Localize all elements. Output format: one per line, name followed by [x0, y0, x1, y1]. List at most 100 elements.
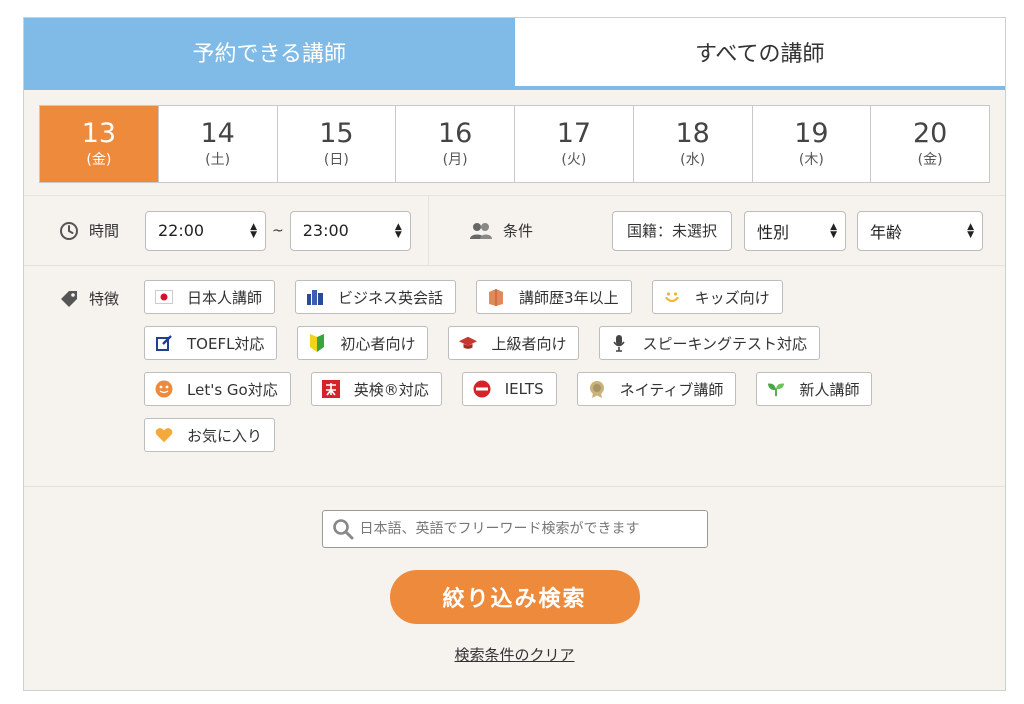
date-19[interactable]: 19 (木): [753, 106, 872, 182]
condition-label-text: 条件: [503, 222, 534, 240]
native-badge-icon: [588, 380, 606, 398]
chip-speaking-test[interactable]: スピーキングテスト対応: [599, 326, 821, 360]
date-weekday: (火): [561, 152, 587, 168]
time-from-select[interactable]: 22:00 ▲ ▼: [145, 210, 266, 251]
date-18[interactable]: 18 (水): [634, 106, 753, 182]
chip-label: 日本人講師: [187, 288, 263, 307]
date-weekday: (月): [442, 152, 468, 168]
date-day: 17: [556, 118, 592, 149]
date-weekday: (水): [680, 152, 706, 168]
filter-search-button[interactable]: 絞り込み検索: [389, 570, 640, 624]
chip-label: キッズ向け: [694, 288, 770, 307]
tag-icon: [61, 290, 77, 307]
smile-icon: [663, 288, 681, 306]
edit-icon: [155, 334, 173, 352]
date-weekday: (日): [323, 152, 349, 168]
tab-all-teachers[interactable]: すべての講師: [514, 18, 1005, 86]
graduation-cap-icon: [459, 334, 478, 352]
date-17[interactable]: 17 (火): [515, 106, 634, 182]
chip-business-english[interactable]: ビジネス英会話: [295, 280, 457, 314]
date-day: 15: [319, 118, 354, 149]
time-to-value: 23:00: [302, 221, 349, 240]
select-arrows-icon: ▲ ▼: [250, 221, 257, 240]
features-label-text: 特徴: [89, 290, 120, 308]
time-label-text: 時間: [89, 222, 120, 240]
tab-bar: 予約できる講師 すべての講師: [24, 18, 1005, 90]
chip-label: ネイティブ講師: [619, 380, 724, 399]
chip-eiken[interactable]: 英検®対応: [310, 372, 442, 406]
select-arrows-icon: ▲ ▼: [394, 221, 402, 240]
chip-label: ビジネス英会話: [338, 288, 444, 307]
chip-ielts[interactable]: IELTS: [461, 372, 557, 406]
date-14[interactable]: 14 (土): [159, 106, 278, 182]
users-icon: [470, 222, 492, 239]
condition-section: 条件 国籍：未選択 性別 ▲ ▼ 年齢 ▲ ▼: [429, 196, 1005, 265]
chip-beginner[interactable]: 初心者向け: [297, 326, 429, 360]
clock-icon: [60, 221, 78, 240]
chip-label: 上級者向け: [491, 334, 567, 353]
chip-native[interactable]: ネイティブ講師: [576, 372, 737, 406]
ielts-icon: [473, 380, 491, 398]
chip-japanese-teacher[interactable]: 日本人講師: [144, 280, 276, 314]
date-20[interactable]: 20 (金): [871, 106, 989, 182]
chip-label: スピーキングテスト対応: [642, 334, 808, 353]
nationality-value: 国籍：未選択: [627, 222, 718, 240]
chip-new-teacher[interactable]: 新人講師: [756, 372, 873, 406]
date-selector: 13 (金) 14 (土) 15 (日) 16 (月) 17 (火) 18 (水…: [24, 90, 1005, 196]
features-row: 特徴 日本人講師 ビジネス英会話 講師歴3年以上 キッズ向け TOEFL対応 初…: [24, 266, 1005, 487]
date-day: 13: [81, 118, 117, 149]
condition-label: 条件: [469, 220, 612, 241]
date-day: 18: [675, 118, 710, 149]
date-15[interactable]: 15 (日): [278, 106, 397, 182]
eiken-icon: [321, 380, 340, 398]
free-word-search[interactable]: [321, 510, 708, 548]
search-icon: [332, 519, 353, 540]
time-label: 時間: [59, 220, 145, 241]
select-arrows-icon: ▲ ▼: [830, 221, 838, 240]
microphone-icon: [610, 334, 628, 352]
time-separator: ~: [272, 222, 284, 239]
feature-chips: 日本人講師 ビジネス英会話 講師歴3年以上 キッズ向け TOEFL対応 初心者向…: [144, 280, 1005, 464]
time-from-value: 22:00: [158, 221, 205, 240]
select-arrows-icon: ▲ ▼: [967, 221, 975, 240]
chip-label: 英検®対応: [353, 380, 429, 399]
time-condition-row: 時間 22:00 ▲ ▼ ~ 23:00 ▲ ▼ 条件 国籍：未選択 性別 ▲ …: [24, 196, 1005, 266]
chip-toefl[interactable]: TOEFL対応: [144, 326, 278, 360]
date-day: 16: [437, 118, 473, 149]
chip-label: TOEFL対応: [187, 334, 265, 353]
chip-lets-go[interactable]: Let's Go対応: [144, 372, 291, 406]
beginner-mark-icon: [308, 334, 326, 352]
chip-label: 新人講師: [799, 380, 860, 399]
japan-flag-icon: [155, 288, 173, 306]
book-icon: [487, 288, 505, 306]
date-weekday: (土): [205, 152, 231, 168]
chip-favorites[interactable]: お気に入り: [144, 418, 276, 452]
date-weekday: (木): [798, 152, 824, 168]
chip-experienced[interactable]: 講師歴3年以上: [476, 280, 632, 314]
date-day: 20: [912, 118, 948, 149]
chip-label: 初心者向け: [340, 334, 416, 353]
date-weekday: (金): [917, 152, 943, 168]
clear-conditions-link[interactable]: 検索条件のクリア: [454, 644, 574, 665]
tab-available-teachers[interactable]: 予約できる講師: [24, 18, 515, 86]
search-input[interactable]: [359, 521, 690, 537]
time-section: 時間 22:00 ▲ ▼ ~ 23:00 ▲ ▼: [24, 196, 429, 265]
time-to-select[interactable]: 23:00 ▲ ▼: [289, 210, 411, 251]
date-16[interactable]: 16 (月): [396, 106, 515, 182]
chip-label: IELTS: [504, 380, 544, 398]
features-label: 特徴: [59, 288, 144, 309]
gender-select[interactable]: 性別 ▲ ▼: [744, 210, 847, 251]
date-13[interactable]: 13 (金): [40, 106, 159, 182]
date-day: 14: [200, 118, 235, 149]
chip-advanced[interactable]: 上級者向け: [448, 326, 580, 360]
nationality-button[interactable]: 国籍：未選択: [612, 210, 733, 251]
age-select[interactable]: 年齢 ▲ ▼: [857, 210, 984, 251]
chip-kids[interactable]: キッズ向け: [651, 280, 783, 314]
age-value: 年齢: [870, 222, 903, 242]
buildings-icon: [306, 288, 324, 306]
date-weekday: (金): [86, 152, 112, 168]
chip-label: お気に入り: [187, 426, 263, 445]
sprout-icon: [767, 380, 785, 398]
date-day: 19: [794, 118, 829, 149]
heart-icon: [155, 426, 173, 444]
